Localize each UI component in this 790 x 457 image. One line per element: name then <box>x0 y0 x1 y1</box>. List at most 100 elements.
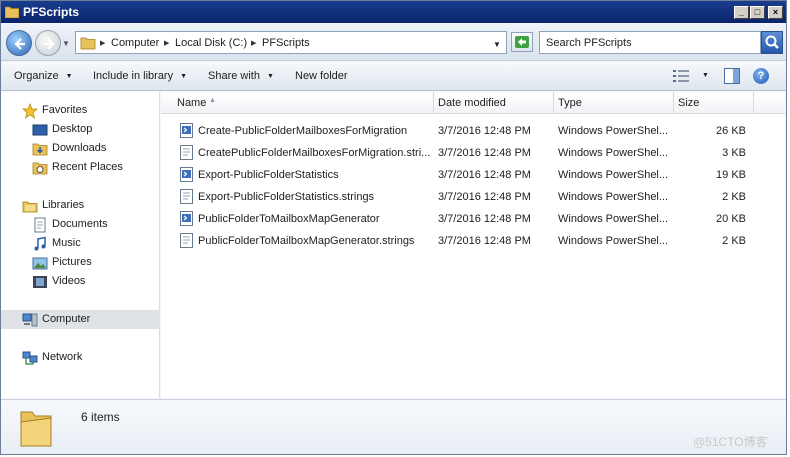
minimize-button[interactable]: _ <box>734 6 749 19</box>
nav-item-videos[interactable]: Videos <box>1 272 160 291</box>
file-row[interactable]: Export-PublicFolderStatistics 3/7/2016 12… <box>161 164 785 186</box>
dropdown-arrow-icon: ▼ <box>65 73 73 80</box>
nav-item-music[interactable]: Music <box>1 234 160 253</box>
close-button[interactable]: × <box>768 6 783 19</box>
file-name: Create-PublicFolderMailboxesForMigration <box>198 125 408 137</box>
sort-ascending-icon: ▲ <box>209 97 216 104</box>
title-bar[interactable]: PFScripts _ □ × <box>1 1 786 23</box>
file-type: Windows PowerShel... <box>558 147 669 159</box>
breadcrumb-pfscripts[interactable]: PFScripts <box>262 37 310 49</box>
computer-icon <box>22 313 38 327</box>
folder-icon <box>80 37 96 50</box>
column-header-spacer <box>754 92 785 114</box>
column-header-date-modified[interactable]: Date modified <box>434 92 554 114</box>
file-size: 2 KB <box>722 191 746 203</box>
nav-item-documents[interactable]: Documents <box>1 215 160 234</box>
file-size: 26 KB <box>716 125 746 137</box>
item-count: 6 items <box>81 410 120 424</box>
file-date-modified: 3/7/2016 12:48 PM <box>438 191 531 203</box>
search-button[interactable] <box>761 31 783 54</box>
file-date-modified: 3/7/2016 12:48 PM <box>438 125 531 137</box>
recent-places-icon <box>32 162 48 175</box>
nav-label: Recent Places <box>52 161 123 173</box>
column-header-type[interactable]: Type <box>554 92 674 114</box>
file-name: PublicFolderToMailboxMapGenerator <box>198 213 380 225</box>
back-arrow-icon <box>14 38 25 50</box>
column-header-label: Type <box>558 97 582 109</box>
column-header-size[interactable]: Size <box>674 92 754 114</box>
include-in-library-menu[interactable]: Include in library ▼ <box>93 70 187 82</box>
powershell-script-icon <box>180 123 193 138</box>
file-type: Windows PowerShel... <box>558 235 669 247</box>
breadcrumb-chevron-icon[interactable]: ▶ <box>100 39 105 47</box>
forward-arrow-icon <box>44 38 55 50</box>
file-name: Export-PublicFolderStatistics.strings <box>198 191 375 203</box>
file-name: PublicFolderToMailboxMapGenerator.string… <box>198 235 415 247</box>
file-size: 20 KB <box>716 213 746 225</box>
nav-item-desktop[interactable]: Desktop <box>1 120 160 139</box>
file-list: Name ▲ Date modified Type Size Create-Pu… <box>161 92 785 398</box>
strings-file-icon <box>180 189 193 204</box>
downloads-folder-icon <box>32 143 48 156</box>
documents-icon <box>34 217 46 233</box>
nav-item-downloads[interactable]: Downloads <box>1 139 160 158</box>
star-icon <box>22 103 38 119</box>
nav-item-pictures[interactable]: Pictures <box>1 253 160 272</box>
nav-label: Music <box>52 237 81 249</box>
explorer-window: PFScripts _ □ × ▼ ▶ Computer ▶ Local Dis… <box>0 0 787 455</box>
breadcrumb-local-disk[interactable]: Local Disk (C:) <box>175 37 247 49</box>
dropdown-arrow-icon: ▼ <box>180 73 188 80</box>
nav-label: Network <box>42 351 83 363</box>
videos-icon <box>33 276 47 288</box>
file-date-modified: 3/7/2016 12:48 PM <box>438 235 531 247</box>
file-name: Export-PublicFolderStatistics <box>198 169 339 181</box>
search-placeholder: Search PFScripts <box>546 37 632 49</box>
libraries-icon <box>22 201 38 213</box>
organize-menu[interactable]: Organize ▼ <box>14 70 73 82</box>
view-dropdown-icon[interactable]: ▼ <box>702 72 709 79</box>
powershell-script-icon <box>180 211 193 226</box>
search-icon <box>765 35 779 49</box>
file-row[interactable]: PublicFolderToMailboxMapGenerator 3/7/201… <box>161 208 785 230</box>
strings-file-icon <box>180 233 193 248</box>
preview-pane-icon[interactable] <box>724 68 740 84</box>
search-input[interactable]: Search PFScripts <box>539 31 761 54</box>
back-button[interactable] <box>6 30 32 56</box>
file-type: Windows PowerShel... <box>558 213 669 225</box>
nav-item-favorites[interactable]: Favorites <box>1 101 160 120</box>
nav-item-network[interactable]: Network <box>1 348 160 367</box>
forward-button[interactable] <box>35 30 61 56</box>
column-header-name[interactable]: Name ▲ <box>161 92 434 114</box>
maximize-button[interactable]: □ <box>750 6 765 19</box>
nav-item-recent-places[interactable]: Recent Places <box>1 158 160 177</box>
file-date-modified: 3/7/2016 12:48 PM <box>438 213 531 225</box>
share-with-label: Share with <box>208 70 260 82</box>
nav-item-libraries[interactable]: Libraries <box>1 196 160 215</box>
details-pane: 6 items <box>1 399 786 454</box>
file-row[interactable]: CreatePublicFolderMailboxesForMigration.… <box>161 142 785 164</box>
column-header-label: Name <box>177 97 207 109</box>
dropdown-arrow-icon: ▼ <box>266 73 274 80</box>
recent-pages-chevron-icon[interactable]: ▼ <box>62 39 70 48</box>
nav-label: Computer <box>42 313 91 325</box>
file-row[interactable]: Export-PublicFolderStatistics.strings 3/7… <box>161 186 785 208</box>
refresh-button[interactable] <box>511 32 533 52</box>
change-view-icon[interactable] <box>673 69 689 83</box>
address-dropdown-icon[interactable]: ▼ <box>493 40 501 49</box>
breadcrumb-computer[interactable]: Computer <box>111 37 159 49</box>
file-row[interactable]: Create-PublicFolderMailboxesForMigration… <box>161 120 785 142</box>
help-icon[interactable]: ? <box>753 68 769 84</box>
address-box[interactable]: ▶ Computer ▶ Local Disk (C:) ▶ PFScripts… <box>75 31 507 54</box>
file-name: CreatePublicFolderMailboxesForMigration.… <box>198 147 430 159</box>
file-row[interactable]: PublicFolderToMailboxMapGenerator.string… <box>161 230 785 252</box>
powershell-script-icon <box>180 167 193 182</box>
nav-label: Desktop <box>52 123 93 135</box>
breadcrumb-chevron-icon[interactable]: ▶ <box>251 39 256 47</box>
share-with-menu[interactable]: Share with ▼ <box>208 70 274 82</box>
breadcrumb-chevron-icon[interactable]: ▶ <box>164 39 169 47</box>
column-header-label: Size <box>678 97 700 109</box>
network-icon <box>22 351 38 365</box>
folder-icon <box>20 411 52 447</box>
new-folder-button[interactable]: New folder <box>295 70 348 82</box>
nav-item-computer[interactable]: Computer <box>1 310 160 329</box>
